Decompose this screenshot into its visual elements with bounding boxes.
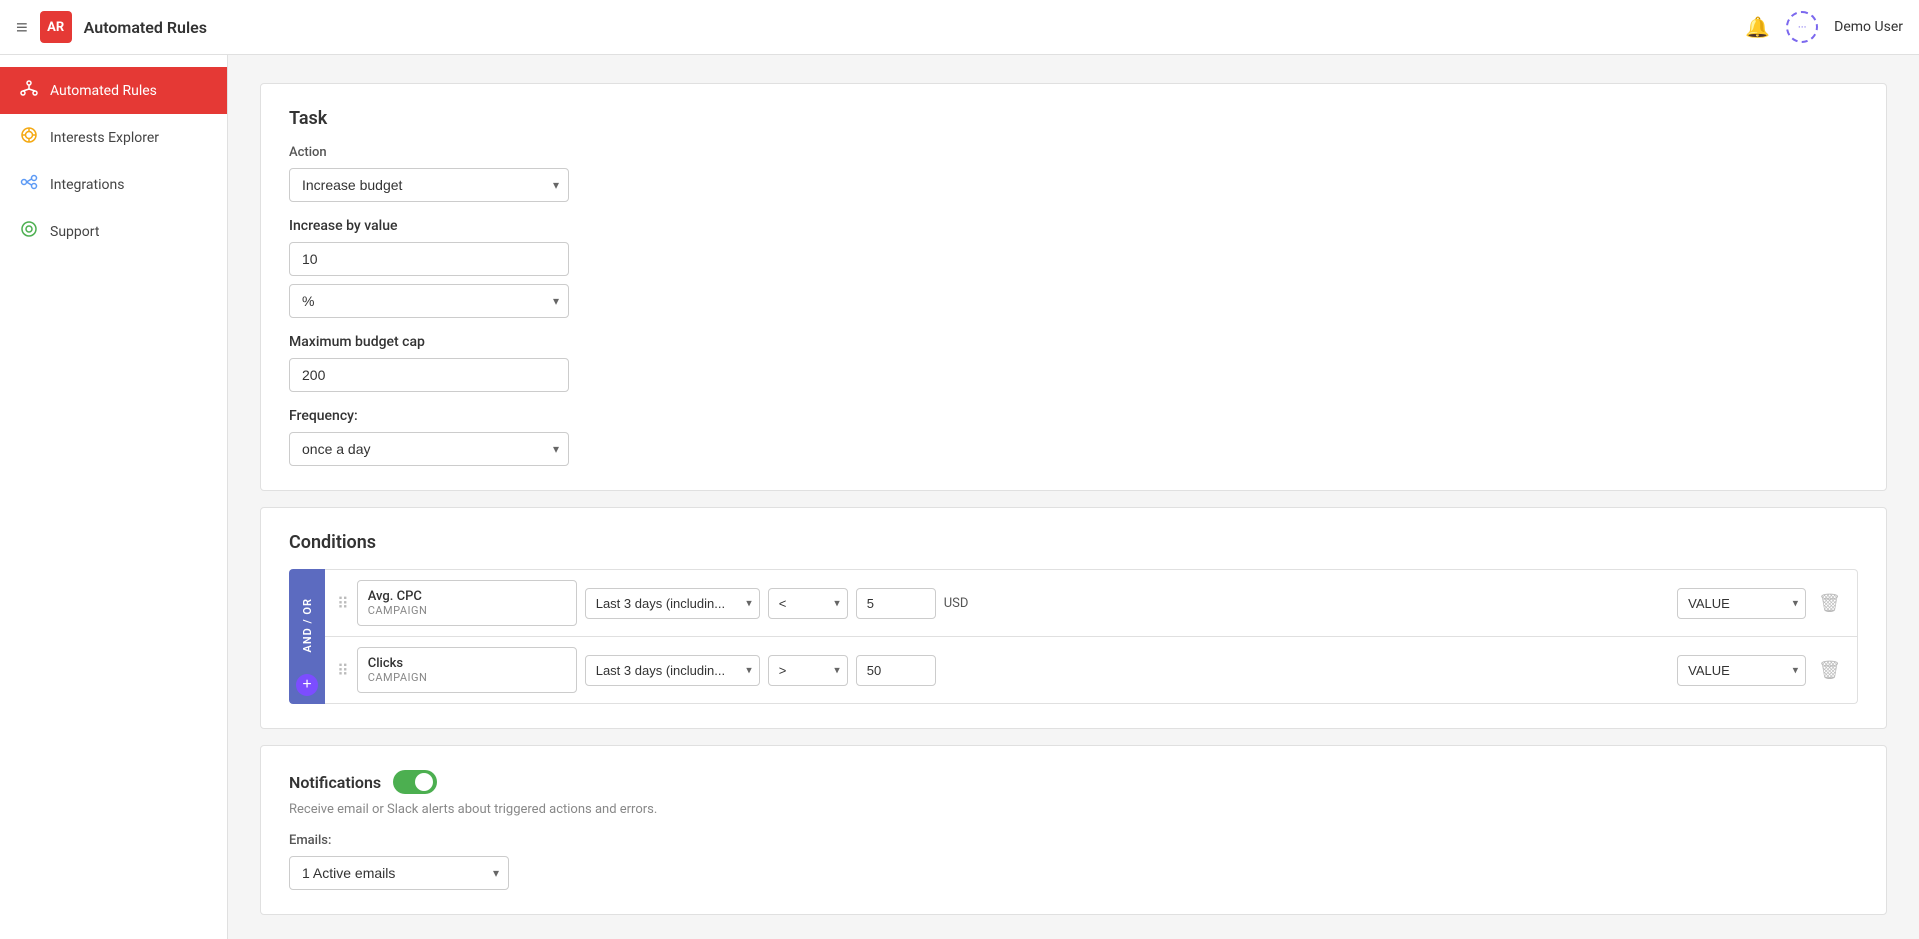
time-range-select-2[interactable]: Last 3 days (includin... Last 7 days Las… xyxy=(585,655,760,686)
operator-select-wrap-1: < > <= >= = xyxy=(768,588,848,619)
frequency-select-wrapper: once a day twice a day once a week ▾ xyxy=(289,432,569,466)
condition-value-input-1[interactable] xyxy=(856,588,936,619)
emails-select-wrapper: 1 Active emails Add email ▾ xyxy=(289,856,509,890)
and-or-label: AND / OR xyxy=(301,598,314,653)
increase-unit-select-wrapper: % $ ▾ xyxy=(289,284,569,318)
condition-metric-2: Clicks CAMPAIGN xyxy=(357,647,577,693)
delete-condition-button-2[interactable]: 🗑 xyxy=(1814,656,1845,685)
conditions-section-title: Conditions xyxy=(289,532,1858,553)
value-type-select-2[interactable]: VALUE PERCENTAGE xyxy=(1677,655,1806,686)
condition-metric-name-2: Clicks xyxy=(368,656,566,671)
operator-select-wrap-2: < > <= >= = xyxy=(768,655,848,686)
condition-metric-name-1: Avg. CPC xyxy=(368,589,566,604)
conditions-rows: ⠿ Avg. CPC CAMPAIGN Last 3 days (includi… xyxy=(325,569,1858,704)
emails-label: Emails: xyxy=(289,833,1858,848)
notifications-card: Notifications Receive email or Slack ale… xyxy=(260,745,1887,915)
task-section-title: Task xyxy=(289,108,1858,129)
condition-metric-level-1: CAMPAIGN xyxy=(368,604,566,617)
conditions-container: AND / OR + ⠿ Avg. CPC CAMPAIGN xyxy=(289,569,1858,704)
max-budget-cap-input[interactable] xyxy=(289,358,569,392)
condition-row: ⠿ Avg. CPC CAMPAIGN Last 3 days (includi… xyxy=(325,569,1858,637)
value-type-select-wrap-1: VALUE PERCENTAGE xyxy=(1677,588,1806,619)
layout: Automated Rules Interests Explorer Integ… xyxy=(0,55,1919,939)
condition-metric-1: Avg. CPC CAMPAIGN xyxy=(357,580,577,626)
app-logo: AR xyxy=(40,11,72,43)
value-type-select-1[interactable]: VALUE PERCENTAGE xyxy=(1677,588,1806,619)
notifications-toggle[interactable] xyxy=(393,770,437,794)
drag-handle-icon: ⠿ xyxy=(337,594,349,613)
sidebar: Automated Rules Interests Explorer Integ… xyxy=(0,55,228,939)
topbar-left: ≡ AR Automated Rules xyxy=(16,11,207,43)
sidebar-item-support-label: Support xyxy=(50,224,99,240)
sidebar-item-support[interactable]: Support xyxy=(0,208,227,255)
max-budget-cap-label: Maximum budget cap xyxy=(289,334,1858,350)
notifications-header: Notifications xyxy=(289,770,1858,794)
app-title: Automated Rules xyxy=(84,18,207,37)
condition-metric-level-2: CAMPAIGN xyxy=(368,671,566,684)
action-select-wrapper: Increase budget Decrease budget Pause ca… xyxy=(289,168,569,202)
toggle-thumb xyxy=(415,773,433,791)
sidebar-item-integrations[interactable]: Integrations xyxy=(0,161,227,208)
condition-currency-1: USD xyxy=(944,596,974,611)
notifications-description: Receive email or Slack alerts about trig… xyxy=(289,802,1858,817)
avatar: ··· xyxy=(1786,11,1818,43)
task-card: Task Action Increase budget Decrease bud… xyxy=(260,83,1887,491)
delete-condition-button-1[interactable]: 🗑 xyxy=(1814,589,1845,618)
automated-rules-icon xyxy=(20,79,38,102)
time-range-select-wrap-2: Last 3 days (includin... Last 7 days Las… xyxy=(585,655,760,686)
user-name: Demo User xyxy=(1834,19,1903,35)
increase-by-value-label: Increase by value xyxy=(289,218,1858,234)
operator-select-1[interactable]: < > <= >= = xyxy=(768,588,848,619)
conditions-card: Conditions AND / OR + ⠿ Avg. CPC xyxy=(260,507,1887,729)
notifications-title: Notifications xyxy=(289,773,381,792)
condition-row: ⠿ Clicks CAMPAIGN Last 3 days (includin.… xyxy=(325,637,1858,704)
sidebar-item-automated-rules-label: Automated Rules xyxy=(50,83,157,99)
time-range-select-1[interactable]: Last 3 days (includin... Last 7 days Las… xyxy=(585,588,760,619)
condition-value-input-2[interactable] xyxy=(856,655,936,686)
sidebar-item-automated-rules[interactable]: Automated Rules xyxy=(0,67,227,114)
emails-select[interactable]: 1 Active emails Add email xyxy=(289,856,509,890)
topbar-right: 🔔 ··· Demo User xyxy=(1745,11,1903,43)
increase-by-value-input[interactable]: 10 xyxy=(289,242,569,276)
interests-explorer-icon xyxy=(20,126,38,149)
bell-icon[interactable]: 🔔 xyxy=(1745,15,1770,39)
hamburger-icon[interactable]: ≡ xyxy=(16,15,28,40)
action-label: Action xyxy=(289,145,1858,160)
increase-unit-select[interactable]: % $ xyxy=(289,284,569,318)
and-or-sidebar: AND / OR + xyxy=(289,569,325,704)
integrations-icon xyxy=(20,173,38,196)
topbar: ≡ AR Automated Rules 🔔 ··· Demo User xyxy=(0,0,1919,55)
action-select[interactable]: Increase budget Decrease budget Pause ca… xyxy=(289,168,569,202)
frequency-label: Frequency: xyxy=(289,408,1858,424)
value-type-select-wrap-2: VALUE PERCENTAGE xyxy=(1677,655,1806,686)
operator-select-2[interactable]: < > <= >= = xyxy=(768,655,848,686)
drag-handle-icon: ⠿ xyxy=(337,661,349,680)
time-range-select-wrap-1: Last 3 days (includin... Last 7 days Las… xyxy=(585,588,760,619)
main-content: Task Action Increase budget Decrease bud… xyxy=(228,55,1919,939)
sidebar-item-interests-explorer[interactable]: Interests Explorer xyxy=(0,114,227,161)
frequency-select[interactable]: once a day twice a day once a week xyxy=(289,432,569,466)
add-condition-button[interactable]: + xyxy=(296,674,318,696)
sidebar-item-interests-label: Interests Explorer xyxy=(50,130,159,146)
toggle-track xyxy=(393,770,437,794)
sidebar-item-integrations-label: Integrations xyxy=(50,177,124,193)
support-icon xyxy=(20,220,38,243)
